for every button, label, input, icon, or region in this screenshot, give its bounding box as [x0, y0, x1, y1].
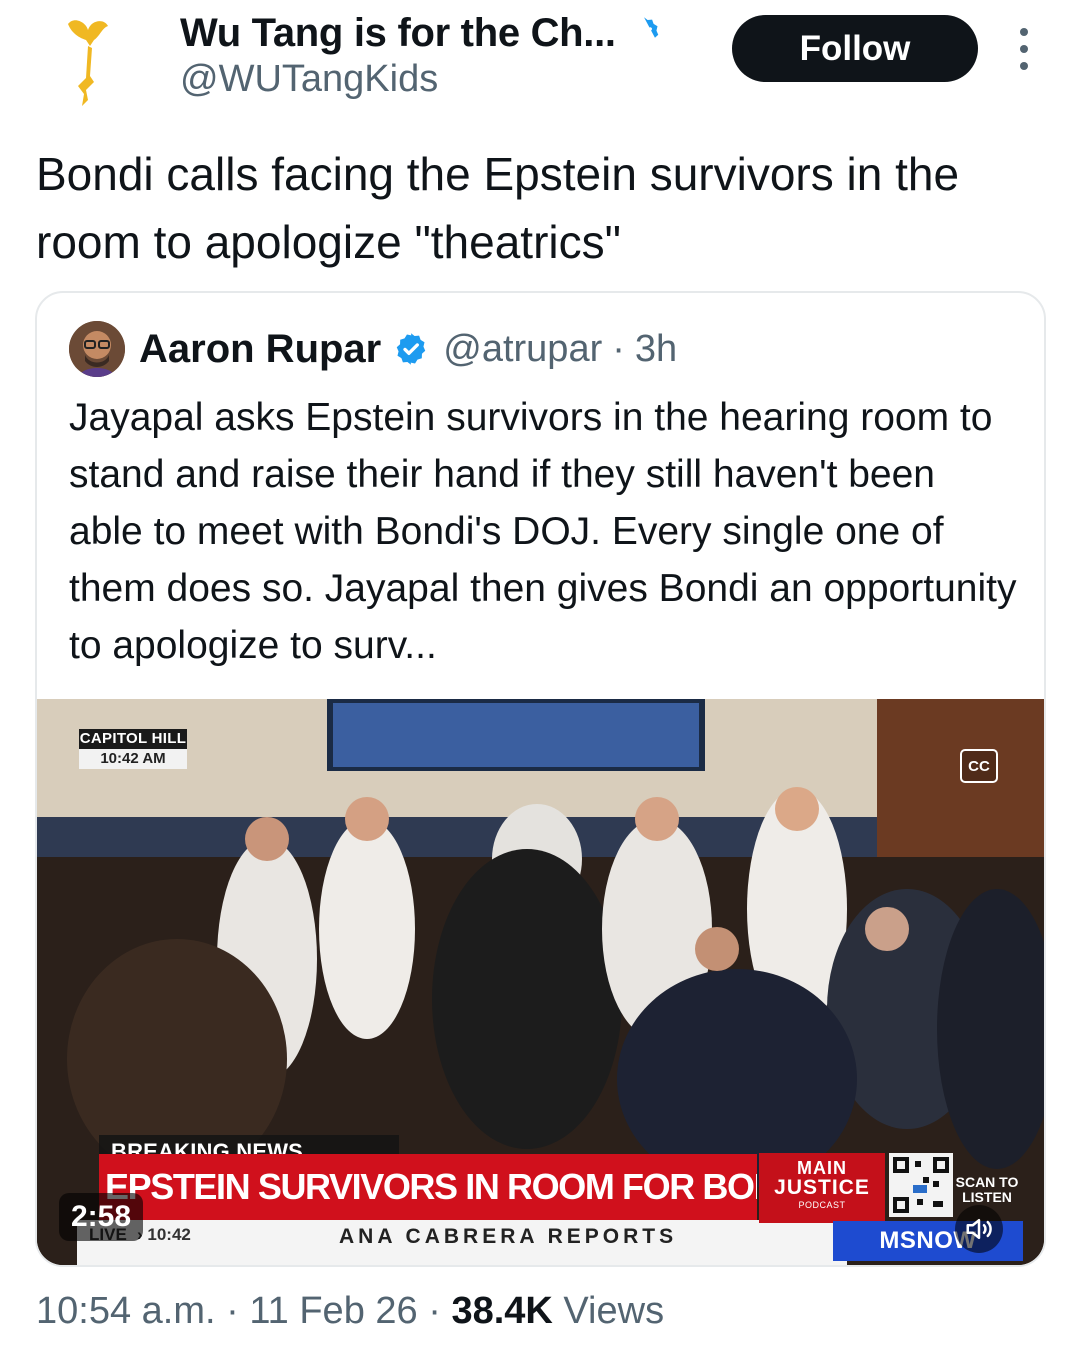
- views-label: Views: [552, 1290, 665, 1332]
- quoted-tweet-text: Jayapal asks Epstein survivors in the he…: [69, 396, 1017, 667]
- show-logo-line1: MAIN: [797, 1158, 847, 1178]
- quoted-tweet-header: Aaron Rupar @atrupar · 3h: [69, 321, 677, 377]
- person-avatar-icon: [69, 321, 125, 377]
- more-options-icon[interactable]: [1010, 28, 1038, 70]
- separator-dot: ·: [612, 327, 625, 370]
- tweet-metadata: 10:54 a.m. · 11 Feb 26 · 38.4K Views: [36, 1290, 664, 1333]
- separator-dot: ·: [215, 1290, 250, 1332]
- reporter-label: ANA CABRERA REPORTS: [339, 1225, 678, 1248]
- tweet-header: Wu Tang is for the Ch... @WUTangKids Fol…: [0, 0, 1080, 125]
- quoted-tweet[interactable]: Aaron Rupar @atrupar · 3h Jayapal asks E…: [35, 291, 1046, 1267]
- scan-to-listen-text: SCAN TO LISTEN: [955, 1174, 1019, 1205]
- news-headline: EPSTEIN SURVIVORS IN ROOM FOR BONDI HEAR…: [99, 1154, 757, 1220]
- tweet-time[interactable]: 10:54 a.m.: [36, 1290, 216, 1332]
- location-label: CAPITOL HILL: [79, 729, 187, 749]
- qr-code-icon: [889, 1153, 953, 1217]
- quoted-author-name[interactable]: Aaron Rupar: [139, 327, 381, 372]
- volume-muted-icon[interactable]: [955, 1205, 1003, 1253]
- show-logo: MAIN JUSTICE PODCAST: [759, 1153, 885, 1223]
- follow-button[interactable]: Follow: [732, 15, 978, 82]
- separator-dot: ·: [417, 1290, 452, 1332]
- quoted-author-avatar[interactable]: [69, 321, 125, 377]
- location-bug: CAPITOL HILL 10:42 AM: [79, 729, 187, 769]
- tweet-date[interactable]: 11 Feb 26: [249, 1290, 417, 1332]
- verified-badge-icon: [636, 17, 658, 39]
- tweet-text: Bondi calls facing the Epstein survivors…: [36, 148, 960, 268]
- show-logo-line3: PODCAST: [798, 1200, 846, 1210]
- author-name-row: Wu Tang is for the Ch...: [180, 10, 662, 56]
- ticker-time: › 10:42: [137, 1225, 191, 1244]
- author-display-name[interactable]: Wu Tang is for the Ch...: [180, 11, 616, 56]
- video-duration: 2:58: [59, 1193, 144, 1241]
- views-count[interactable]: 38.4K: [451, 1290, 552, 1332]
- closed-captions-button[interactable]: CC: [960, 749, 998, 783]
- author-avatar[interactable]: [36, 6, 148, 118]
- author-handle[interactable]: @WUTangKids: [180, 58, 438, 101]
- verified-badge-icon: [397, 333, 426, 365]
- wu-tang-logo-icon: [68, 20, 108, 106]
- video-player[interactable]: CAPITOL HILL 10:42 AM CC BREAKING NEWS E…: [37, 699, 1044, 1265]
- show-logo-line2: JUSTICE: [774, 1176, 870, 1199]
- quoted-timestamp[interactable]: 3h: [635, 328, 677, 371]
- location-time: 10:42 AM: [79, 749, 187, 769]
- quoted-author-handle[interactable]: @atrupar: [443, 328, 602, 371]
